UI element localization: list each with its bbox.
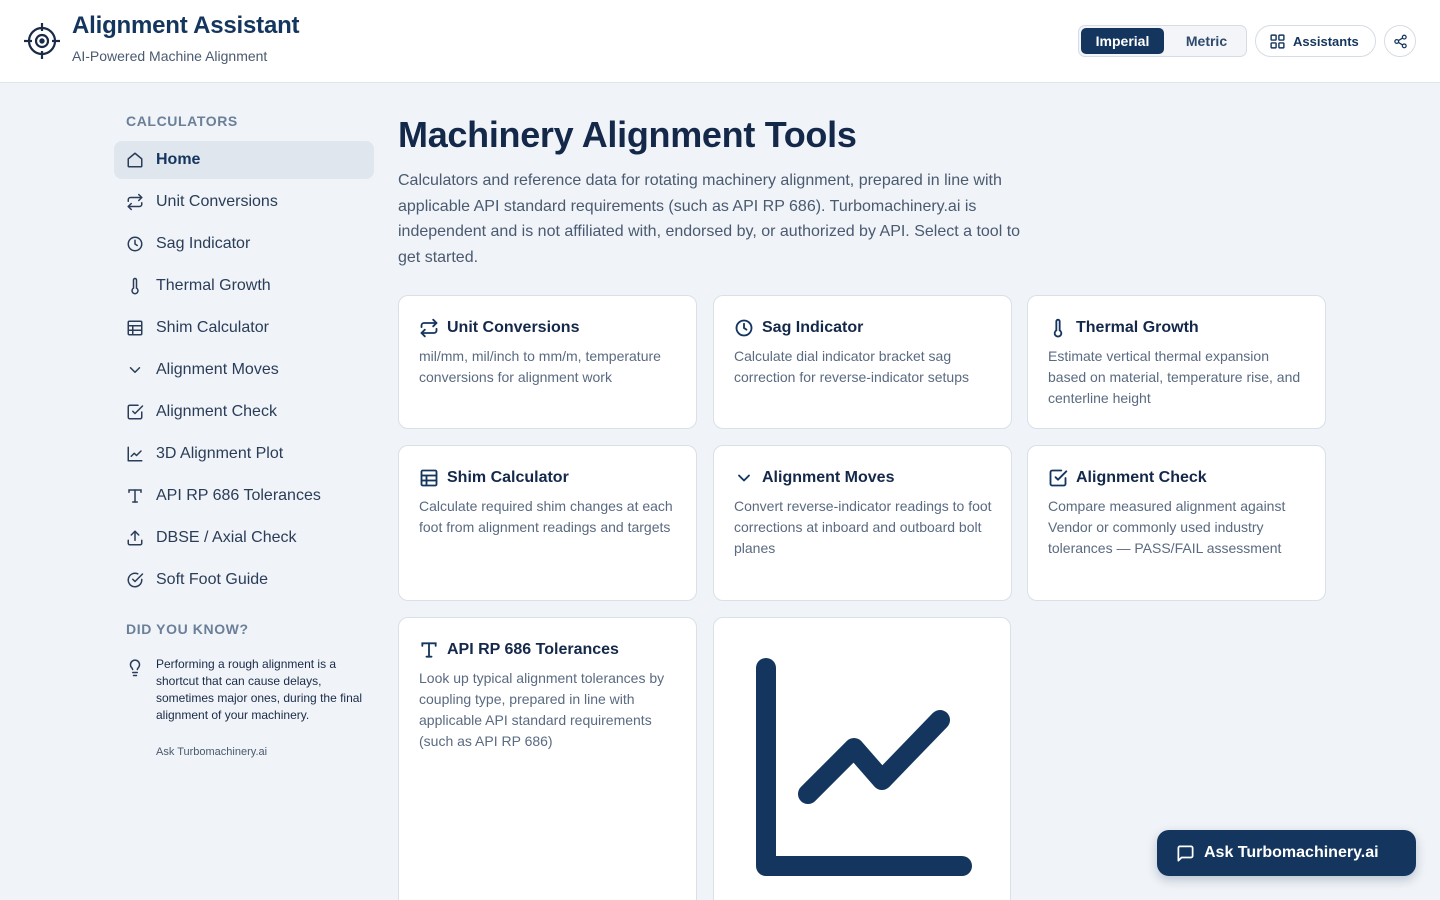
card-title: Shim Calculator	[447, 469, 569, 486]
sidebar-item-api-rp-686-tolerances[interactable]: API RP 686 Tolerances	[114, 477, 374, 515]
sidebar-item-label: Home	[156, 151, 201, 168]
card-alignment-moves[interactable]: Alignment Moves Convert reverse-indicato…	[713, 445, 1012, 601]
card-description: Estimate vertical thermal expansion base…	[1048, 348, 1301, 406]
card-alignment-check[interactable]: Alignment Check Compare measured alignme…	[1027, 445, 1326, 601]
app-subtitle: AI-Powered Machine Alignment	[72, 48, 268, 64]
card-description: Convert reverse-indicator readings to fo…	[734, 498, 992, 556]
ask-button-label: Ask Turbomachinery.ai	[1204, 844, 1379, 861]
sidebar-item-sag-indicator[interactable]: Sag Indicator	[114, 225, 374, 263]
card-description: mil/mm, mil/inch to mm/m, temperature co…	[419, 348, 661, 385]
card-description: Compare measured alignment against Vendo…	[1048, 498, 1286, 556]
sidebar-item-label: Shim Calculator	[156, 319, 269, 336]
check-circle-icon	[126, 571, 144, 589]
page-title: Machinery Alignment Tools	[398, 114, 857, 155]
unit-toggle: Imperial Metric	[1078, 25, 1247, 57]
check-square-icon	[1048, 468, 1068, 488]
card-api-rp-686-tolerances[interactable]: API RP 686 Tolerances Look up typical al…	[398, 617, 697, 900]
clock-icon	[126, 235, 144, 253]
check-square-icon	[126, 403, 144, 421]
sidebar-item-alignment-moves[interactable]: Alignment Moves	[114, 351, 374, 389]
chevron-down-icon	[734, 468, 754, 488]
calculators-heading: CALCULATORS	[126, 113, 238, 129]
card-title: API RP 686 Tolerances	[447, 641, 619, 658]
app-header: Alignment Assistant AI-Powered Machine A…	[0, 0, 1440, 83]
sidebar-item-3d-alignment-plot[interactable]: 3D Alignment Plot	[114, 435, 374, 473]
card-unit-conversions[interactable]: Unit Conversions mil/mm, mil/inch to mm/…	[398, 295, 697, 429]
card-shim-calculator[interactable]: Shim Calculator Calculate required shim …	[398, 445, 697, 601]
crosshair-icon[interactable]	[23, 22, 61, 60]
assistants-button[interactable]: Assistants	[1255, 25, 1376, 57]
upload-icon	[126, 529, 144, 547]
sidebar-item-label: Thermal Growth	[156, 277, 271, 294]
card-description: Calculate required shim changes at each …	[419, 498, 673, 535]
card-sag-indicator[interactable]: Sag Indicator Calculate dial indicator b…	[713, 295, 1012, 429]
card-description: Calculate dial indicator bracket sag cor…	[734, 348, 969, 385]
sidebar-item-label: Unit Conversions	[156, 193, 278, 210]
card-thermal-growth[interactable]: Thermal Growth Estimate vertical thermal…	[1027, 295, 1326, 429]
card-title: Alignment Check	[1076, 469, 1207, 486]
metric-toggle-button[interactable]: Metric	[1167, 28, 1246, 54]
table-icon	[419, 468, 439, 488]
share-icon	[1393, 34, 1408, 49]
card-title: Thermal Growth	[1076, 319, 1199, 336]
repeat-icon	[126, 193, 144, 211]
sidebar-item-shim-calculator[interactable]: Shim Calculator	[114, 309, 374, 347]
sidebar-item-unit-conversions[interactable]: Unit Conversions	[114, 183, 374, 221]
sidebar-item-label: Sag Indicator	[156, 235, 251, 252]
line-chart-icon	[756, 658, 972, 876]
ask-turbomachinery-button[interactable]: Ask Turbomachinery.ai	[1157, 830, 1416, 876]
lightbulb-icon	[126, 659, 144, 677]
sidebar-item-dbse-axial-check[interactable]: DBSE / Axial Check	[114, 519, 374, 557]
repeat-icon	[419, 318, 439, 338]
sidebar-item-alignment-check[interactable]: Alignment Check	[114, 393, 374, 431]
message-square-icon	[1176, 844, 1195, 863]
share-button[interactable]	[1384, 25, 1416, 57]
sidebar-item-label: API RP 686 Tolerances	[156, 487, 321, 504]
sidebar-item-thermal-growth[interactable]: Thermal Growth	[114, 267, 374, 305]
chevron-down-icon	[126, 361, 144, 379]
tip-source: Ask Turbomachinery.ai	[156, 746, 268, 758]
card-title: Unit Conversions	[447, 319, 580, 336]
assistants-label: Assistants	[1293, 33, 1359, 49]
type-icon	[126, 487, 144, 505]
card-title: Alignment Moves	[762, 469, 895, 486]
home-icon	[126, 151, 144, 169]
sidebar-item-home[interactable]: Home	[114, 141, 374, 179]
line-chart-icon	[126, 445, 144, 463]
sidebar-item-label: Alignment Moves	[156, 361, 279, 378]
app-title: Alignment Assistant	[72, 12, 300, 39]
sidebar-item-label: Alignment Check	[156, 403, 277, 420]
card-description: Look up typical alignment tolerances by …	[419, 670, 665, 749]
table-icon	[126, 319, 144, 337]
sidebar-item-soft-foot-guide[interactable]: Soft Foot Guide	[114, 561, 374, 599]
tip-text: Performing a rough alignment is a shortc…	[156, 657, 363, 722]
grid-icon	[1269, 33, 1286, 50]
page-description: Calculators and reference data for rotat…	[398, 172, 1021, 266]
imperial-toggle-button[interactable]: Imperial	[1081, 28, 1164, 54]
sidebar-item-label: Soft Foot Guide	[156, 571, 269, 588]
did-you-know-heading: DID YOU KNOW?	[126, 621, 249, 637]
type-icon	[419, 640, 439, 660]
card-3d-alignment-plot[interactable]	[713, 617, 1011, 900]
sidebar-item-label: 3D Alignment Plot	[156, 445, 284, 462]
thermometer-icon	[1048, 318, 1068, 338]
clock-icon	[734, 318, 754, 338]
sidebar-item-label: DBSE / Axial Check	[156, 529, 297, 546]
thermometer-icon	[126, 277, 144, 295]
card-title: Sag Indicator	[762, 319, 864, 336]
